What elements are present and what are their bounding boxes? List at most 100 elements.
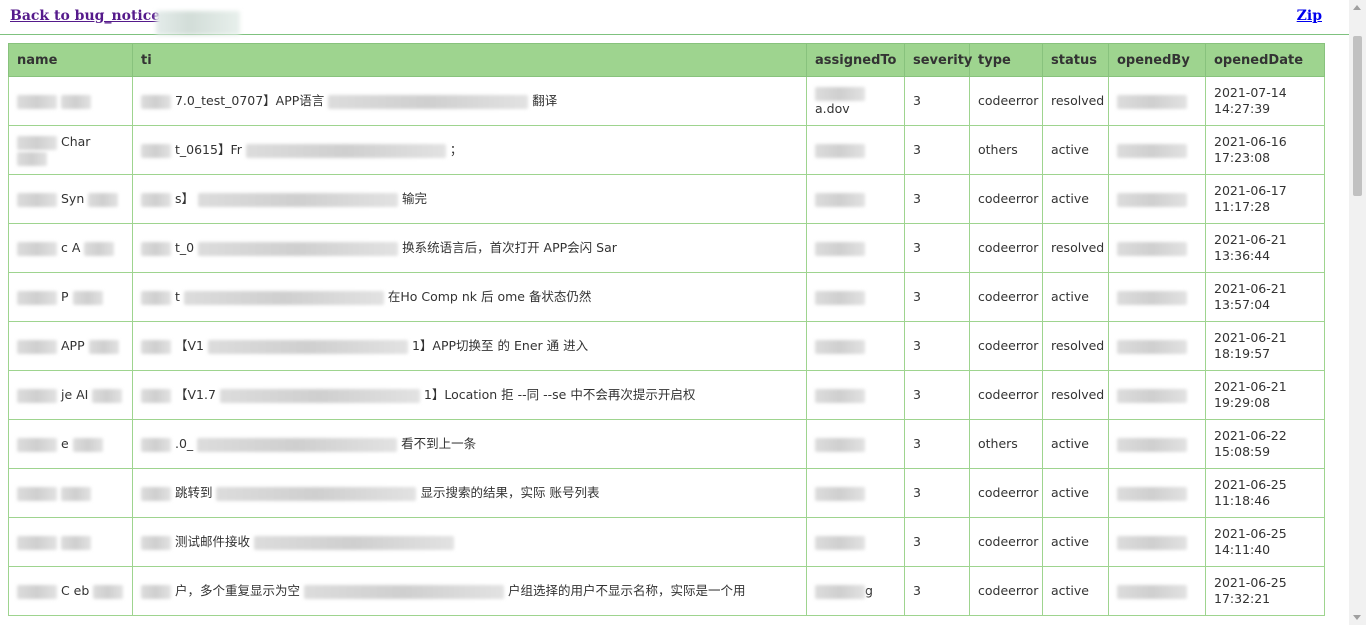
cell-text: 14:11:40 [1214,542,1271,557]
cell-text: ； [449,142,463,157]
redacted-text [60,535,91,550]
col-status[interactable]: status [1042,43,1109,77]
cell-text: 3 [913,93,921,108]
redacted-text [60,94,91,109]
table-cell-assigned [806,125,905,175]
redacted-text [88,339,119,354]
col-title[interactable]: ti [132,43,807,77]
table-cell-name: Char [8,125,133,175]
redacted-text [17,94,57,109]
top-bar: Back to bug_notice Zip [0,0,1349,35]
cell-text: 【V1 [174,338,204,353]
table-cell-openedby [1108,370,1206,420]
cell-text: 14:27:39 [1214,101,1271,116]
table-row: C eb 户，多个重复显示为空 户组选择的用户不显示名称，实际是一个用 g 3 cod… [8,566,1325,616]
cell-text: 18:19:57 [1214,346,1271,361]
redacted-text [17,486,57,501]
cell-text: 13:57:04 [1214,297,1271,312]
col-severity[interactable]: severity [904,43,972,77]
table-cell-type: codeerror [969,517,1043,567]
redacted-text [17,135,57,150]
cell-text: active [1051,436,1089,451]
scrollbar-thumb[interactable] [1353,36,1362,196]
col-assigned-to[interactable]: assignedTo [806,43,905,77]
cell-text: 翻译 [532,93,558,108]
zip-link[interactable]: Zip [1297,8,1322,24]
table-cell-title[interactable]: 跳转到 显示搜索的结果，实际 账号列表 [132,468,807,518]
table-cell-title[interactable]: t_0 换系统语言后，首次打开 APP会闪 Sar [132,223,807,273]
cell-text: 3 [913,485,921,500]
cell-text: 3 [913,387,921,402]
table-cell-openedby [1108,468,1206,518]
redacted-text [1117,339,1187,354]
table-cell-status: resolved [1042,321,1109,371]
table-cell-date: 2021-06-25 11:18:46 [1205,468,1325,518]
redacted-text [141,290,171,305]
redacted-text [815,584,865,599]
redacted-text [141,143,171,158]
table-cell-severity: 3 [904,419,970,469]
redacted-text [328,94,529,109]
bug-table: name ti assignedTo severity type status … [8,43,1325,616]
table-cell-date: 2021-06-22 15:08:59 [1205,419,1325,469]
table-cell-status: active [1042,419,1109,469]
redacted-text [141,535,171,550]
table-cell-openedby [1108,419,1206,469]
table-cell-type: codeerror [969,468,1043,518]
redacted-text [60,486,91,501]
table-cell-status: active [1042,174,1109,224]
redacted-text [245,143,446,158]
table-cell-title[interactable]: t 在Ho Comp nk 后 ome 备状态仍然 [132,272,807,322]
vertical-scrollbar[interactable] [1349,0,1366,625]
cell-text: t_0 [174,240,195,255]
table-cell-openedby [1108,566,1206,616]
col-name[interactable]: name [8,43,133,77]
redacted-text [815,535,865,550]
cell-text: t_0615】Fr [174,142,242,157]
redacted-text [207,339,408,354]
cell-text: active [1051,289,1089,304]
table-header-row: name ti assignedTo severity type status … [8,43,1325,77]
cell-text: codeerror [978,191,1039,206]
table-cell-openedby [1108,272,1206,322]
table-cell-title[interactable]: 7.0_test_0707】APP语言 翻译 [132,76,807,126]
table-row: Syn s】 输完 3 codeerror active 2021-06-17 11:17… [8,174,1325,224]
table-row: c A t_0 换系统语言后，首次打开 APP会闪 Sar 3 codeerror r… [8,223,1325,273]
cell-text: 2021-06-21 [1214,281,1287,296]
redacted-text [141,339,171,354]
table-cell-name: e [8,419,133,469]
redacted-text [72,290,103,305]
col-opened-by[interactable]: openedBy [1108,43,1206,77]
redacted-text [141,192,171,207]
table-cell-date: 2021-06-21 13:36:44 [1205,223,1325,273]
table-cell-type: others [969,419,1043,469]
col-opened-date[interactable]: openedDate [1205,43,1325,77]
cell-text: codeerror [978,387,1039,402]
cell-text: others [978,142,1018,157]
table-cell-severity: 3 [904,370,970,420]
table-cell-title[interactable]: 测试邮件接收 [132,517,807,567]
table-cell-type: codeerror [969,321,1043,371]
cell-text: codeerror [978,240,1039,255]
cell-text: 跳转到 [174,485,213,500]
table-cell-assigned [806,419,905,469]
redacted-text [1117,388,1187,403]
back-link[interactable]: Back to bug_notice [10,8,160,24]
table-cell-title[interactable]: 户，多个重复显示为空 户组选择的用户不显示名称，实际是一个用 [132,566,807,616]
scroll-up-arrow-icon[interactable] [1353,5,1361,10]
scroll-down-arrow-icon[interactable] [1353,615,1361,620]
table-cell-assigned [806,517,905,567]
cell-text: 输完 [401,191,427,206]
table-cell-title[interactable]: 【V1.7 1】Location 拒 --同 --se 中不会再次提示开启权 [132,370,807,420]
redacted-text [253,535,454,550]
cell-text: 11:17:28 [1214,199,1271,214]
table-cell-status: active [1042,566,1109,616]
table-cell-title[interactable]: s】 输完 [132,174,807,224]
cell-text: 17:23:08 [1214,150,1271,165]
table-cell-title[interactable]: 【V1 1】APP切换至 的 Ener 通 进入 [132,321,807,371]
col-type[interactable]: type [969,43,1043,77]
cell-text: 19:29:08 [1214,395,1271,410]
table-cell-title[interactable]: t_0615】Fr ； [132,125,807,175]
table-cell-title[interactable]: .0_ 看不到上一条 [132,419,807,469]
table-cell-date: 2021-07-14 14:27:39 [1205,76,1325,126]
